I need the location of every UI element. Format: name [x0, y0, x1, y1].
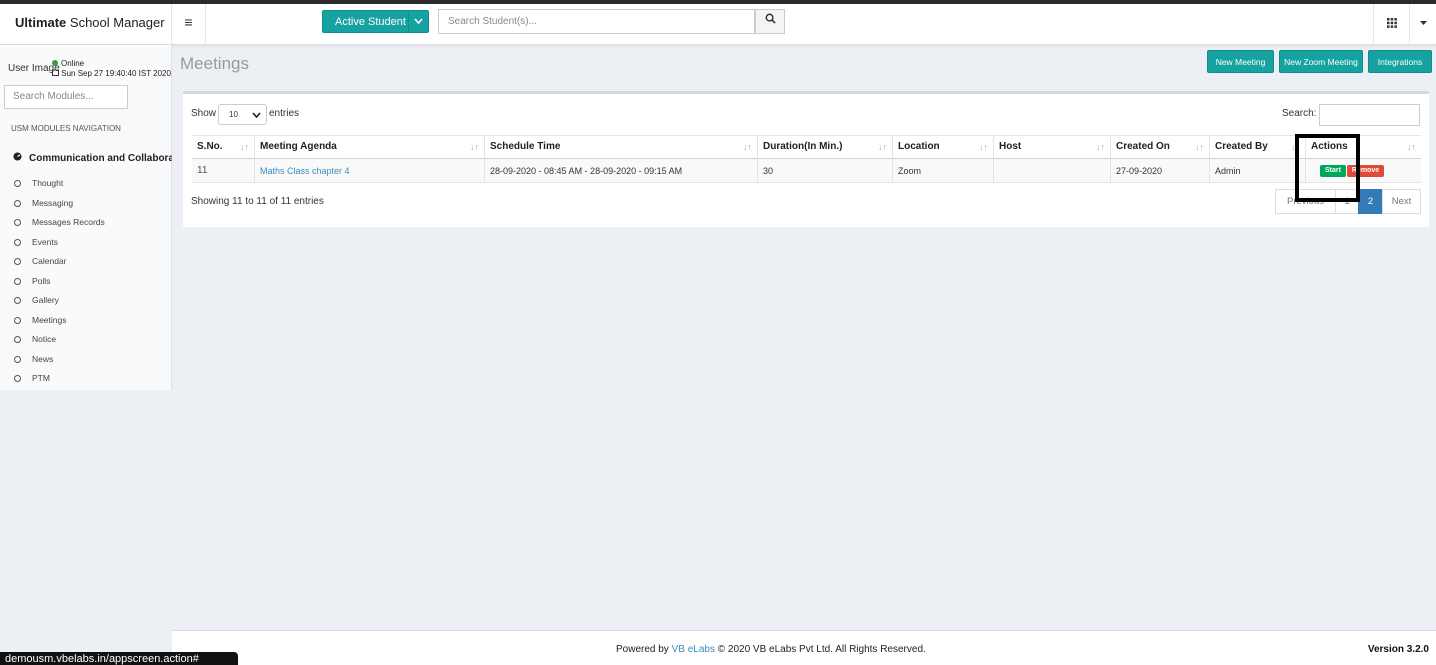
sidebar-item-notice[interactable]: Notice: [14, 334, 105, 354]
integrations-button[interactable]: Integrations: [1368, 50, 1432, 73]
column-meeting-agenda[interactable]: Meeting Agenda ↓↑: [254, 136, 484, 159]
nav-list: Thought Messaging Messages Records Event…: [14, 178, 105, 393]
search-icon: [765, 13, 776, 27]
column-sno[interactable]: S.No. ↓↑: [192, 136, 254, 159]
circle-icon: [14, 238, 21, 246]
circle-icon: [14, 375, 21, 382]
circle-icon: [14, 297, 21, 304]
sort-icon: ↓↑: [979, 142, 988, 152]
circle-icon: [14, 336, 21, 343]
sort-icon: ↓↑: [878, 142, 887, 152]
company-link[interactable]: VB eLabs: [672, 644, 715, 655]
sort-icon: ↓↑: [1195, 142, 1204, 152]
sidebar-item-gallery[interactable]: Gallery: [14, 295, 105, 315]
sort-asc-icon: ↓↑: [240, 142, 249, 152]
dashboard-icon: [13, 152, 23, 163]
cell-created-on: 27-09-2020: [1110, 159, 1209, 183]
table-search-input[interactable]: [1319, 104, 1420, 126]
table-row: 11 Maths Class chapter 4 28-09-2020 - 08…: [192, 159, 1421, 183]
hamburger-icon[interactable]: ≡: [172, 4, 206, 45]
user-dropdown-button[interactable]: [1409, 4, 1436, 45]
page-title: Meetings: [180, 54, 249, 73]
footer-text: Powered by VB eLabs © 2020 VB eLabs Pvt …: [616, 644, 926, 655]
column-schedule-time[interactable]: Schedule Time ↓↑: [484, 136, 757, 159]
sort-icon: ↓↑: [470, 142, 479, 152]
nav-group-communication[interactable]: Communication and Collaboration: [13, 152, 172, 164]
current-datetime: Sun Sep 27 19:40:40 IST 2020: [52, 69, 171, 78]
sidebar-item-ptm[interactable]: PTM: [14, 373, 105, 393]
entries-per-page-select[interactable]: 10: [218, 104, 267, 125]
online-dot-icon: [52, 60, 58, 66]
sidebar-item-messages-records[interactable]: Messages Records: [14, 217, 105, 237]
next-page-button[interactable]: Next: [1382, 189, 1421, 214]
nav-header: USM MODULES NAVIGATION: [11, 124, 121, 133]
circle-icon: [14, 219, 21, 226]
table-header: S.No. ↓↑ Meeting Agenda ↓↑ Schedule Time ↓↑…: [192, 135, 1421, 159]
sidebar-item-polls[interactable]: Polls: [14, 276, 105, 296]
sort-icon: ↓↑: [1096, 142, 1105, 152]
sidebar-item-calendar[interactable]: Calendar: [14, 256, 105, 276]
circle-icon: [14, 277, 21, 285]
cell-location: Zoom: [892, 159, 993, 183]
cell-duration: 30: [757, 159, 892, 183]
column-actions[interactable]: Actions ↓↑: [1305, 136, 1421, 159]
sidebar-item-messaging[interactable]: Messaging: [14, 198, 105, 218]
cell-schedule: 28-09-2020 - 08:45 AM - 28-09-2020 - 09:…: [484, 159, 757, 183]
sort-icon: ↓↑: [743, 142, 752, 152]
page-1-button[interactable]: 1: [1335, 189, 1359, 214]
entries-label: entries: [269, 108, 300, 119]
footer: Powered by VB eLabs © 2020 VB eLabs Pvt …: [172, 630, 1436, 665]
top-header: Ultimate School Manager ≡ Active Student…: [0, 4, 1436, 45]
browser-status-bar: demousm.vbelabs.in/appscreen.action#: [0, 652, 238, 665]
sidebar-empty-area: [0, 390, 172, 665]
app-logo[interactable]: Ultimate School Manager: [0, 4, 172, 45]
column-host[interactable]: Host ↓↑: [993, 136, 1110, 159]
search-button[interactable]: [755, 9, 785, 34]
cell-sno: 11: [197, 165, 208, 176]
table-search-label: Search:: [1282, 108, 1317, 119]
sidebar-item-meetings[interactable]: Meetings: [14, 315, 105, 335]
table-info: Showing 11 to 11 of 11 entries: [191, 196, 324, 207]
meeting-agenda-link[interactable]: Maths Class chapter 4: [260, 166, 350, 176]
show-label: Show: [191, 108, 217, 119]
circle-icon: [14, 199, 21, 207]
active-student-label: Active Student: [335, 16, 406, 28]
version-label: Version 3.2.0: [1367, 644, 1429, 655]
module-search-input[interactable]: Search Modules...: [4, 85, 128, 109]
circle-icon: [14, 258, 21, 265]
start-meeting-button[interactable]: Start: [1320, 165, 1346, 177]
sidebar-item-news[interactable]: News: [14, 354, 105, 374]
new-meeting-button[interactable]: New Meeting: [1207, 50, 1274, 73]
circle-icon: [14, 355, 21, 363]
column-location[interactable]: Location ↓↑: [892, 136, 993, 159]
caret-down-icon: [1419, 17, 1427, 27]
student-search-input[interactable]: Search Student(s)...: [438, 9, 755, 34]
column-created-by[interactable]: Created By ↓↑: [1209, 136, 1305, 159]
sort-icon: ↓↑: [1407, 142, 1416, 152]
remove-meeting-button[interactable]: Remove: [1347, 165, 1384, 177]
page-2-button[interactable]: 2: [1358, 189, 1383, 214]
meetings-table-box: Show 10 entries Search: S.No. ↓↑ Meeting …: [183, 91, 1429, 227]
grid-icon: [1386, 17, 1397, 31]
cell-agenda: Maths Class chapter 4: [254, 159, 484, 183]
calendar-icon: [52, 69, 59, 78]
chevron-down-icon: [408, 11, 428, 32]
cell-created-by: Admin: [1209, 159, 1305, 183]
active-student-select[interactable]: Active Student: [322, 10, 429, 33]
cell-host: [993, 159, 1110, 183]
nav-group-label: Communication and Collaboration: [29, 153, 172, 164]
sort-icon: ↓↑: [1291, 142, 1300, 152]
sidebar-item-events[interactable]: Events: [14, 237, 105, 257]
circle-icon: [14, 316, 21, 324]
column-created-on[interactable]: Created On ↓↑: [1110, 136, 1209, 159]
new-zoom-meeting-button[interactable]: New Zoom Meeting: [1279, 50, 1363, 73]
previous-page-button[interactable]: Previous: [1275, 189, 1336, 214]
chevron-down-icon: [252, 105, 261, 125]
online-status: Online: [52, 59, 84, 68]
column-duration[interactable]: Duration(In Min.) ↓↑: [757, 136, 892, 159]
sidebar-item-thought[interactable]: Thought: [14, 178, 105, 198]
apps-grid-button[interactable]: [1373, 4, 1409, 45]
circle-icon: [14, 180, 21, 187]
sidebar: User Image Online Sun Sep 27 19:40:40 IS…: [0, 45, 172, 665]
